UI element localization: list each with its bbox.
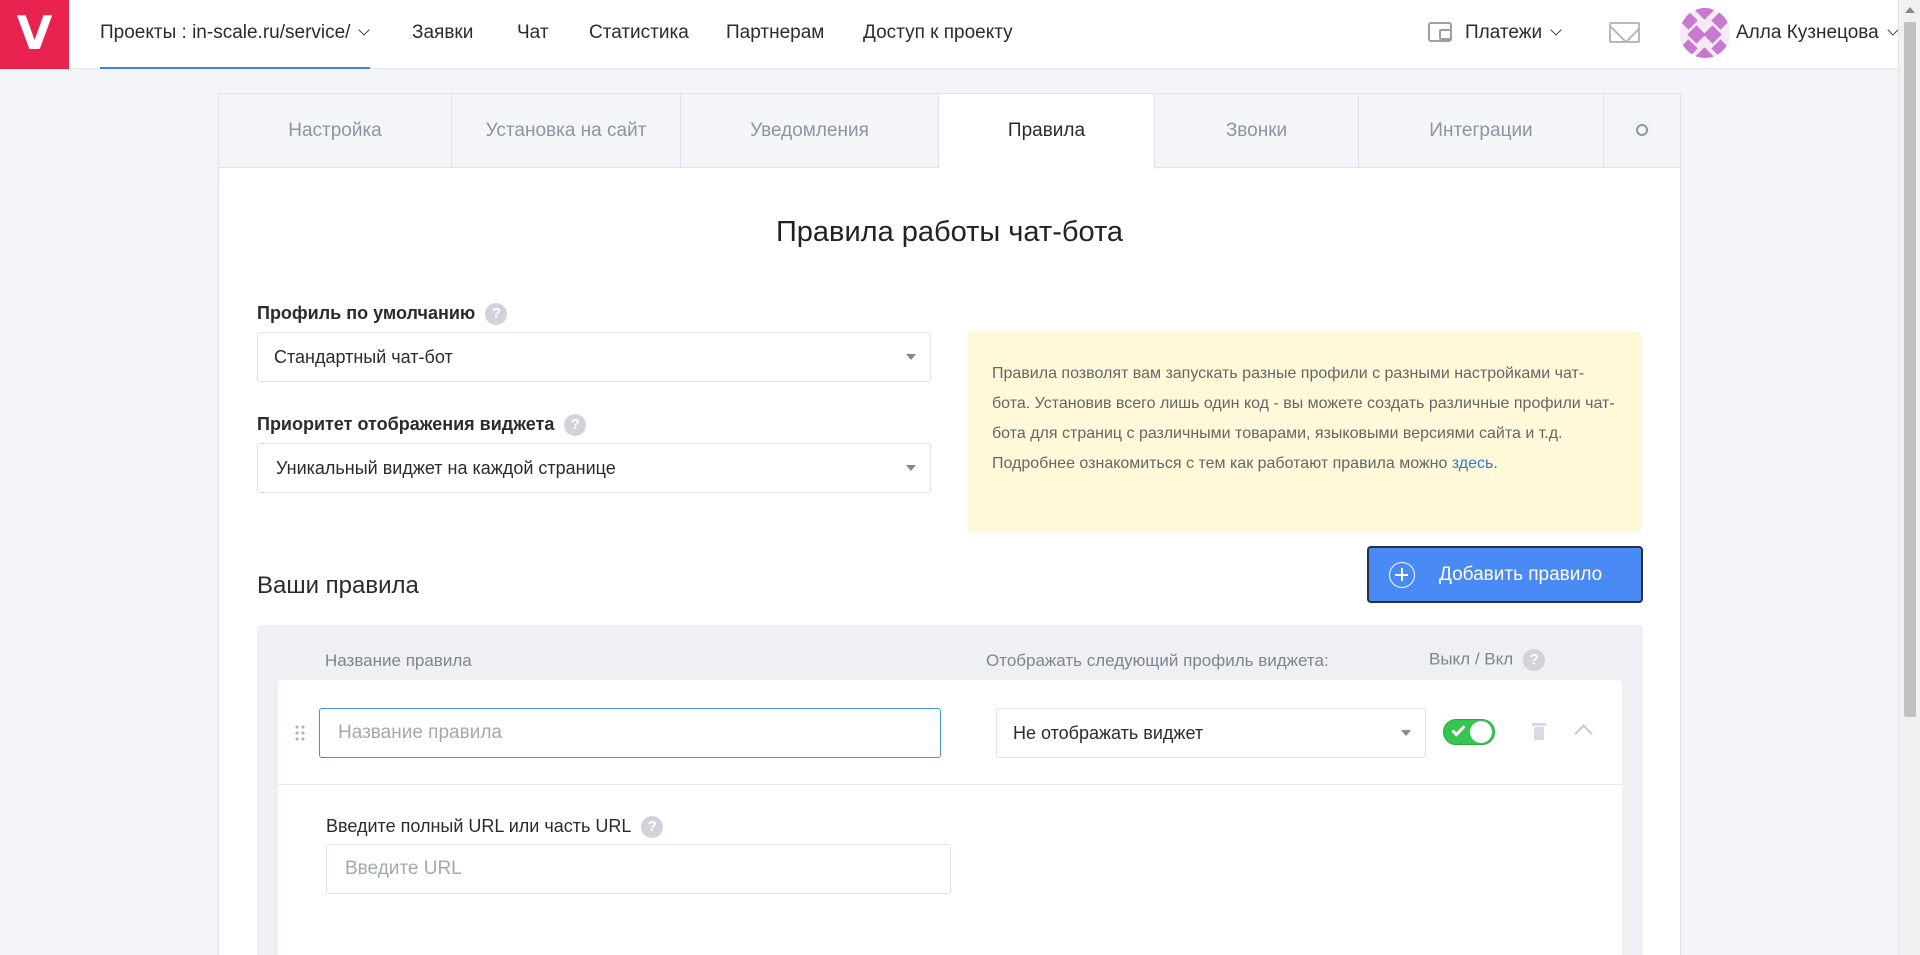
- info-text: Правила позволят вам запускать разные пр…: [992, 365, 1615, 472]
- tab-rules[interactable]: Правила: [939, 94, 1155, 169]
- rules-section-title: Ваши правила: [257, 572, 419, 599]
- column-header-name: Название правила: [325, 651, 472, 670]
- help-icon[interactable]: ?: [564, 414, 587, 437]
- default-profile-label-text: Профиль по умолчанию: [257, 303, 476, 323]
- add-rule-label: Добавить правило: [1439, 564, 1603, 585]
- scrollbar-thumb[interactable]: [1904, 22, 1916, 717]
- rule-enabled-toggle[interactable]: [1443, 719, 1495, 745]
- nav-item-partners[interactable]: Партнерам: [726, 0, 824, 69]
- default-profile-select[interactable]: Стандартный чат-бот: [257, 332, 931, 382]
- drag-handle-icon[interactable]: [294, 724, 306, 742]
- gear-icon: [1633, 121, 1651, 139]
- nav-item-chat[interactable]: Чат: [517, 0, 549, 69]
- url-label: Введите полный URL или часть URL?: [326, 816, 664, 839]
- info-text-end: .: [1493, 455, 1498, 472]
- wallet-icon: [1428, 22, 1452, 42]
- column-header-profile: Отображать следующий профиль виджета:: [986, 651, 1329, 670]
- info-link[interactable]: здесь: [1452, 455, 1494, 472]
- payments-label: Платежи: [1465, 22, 1543, 43]
- logo[interactable]: V: [0, 0, 69, 69]
- column-header-toggle-text: Выкл / Вкл: [1429, 649, 1514, 669]
- tab-integrations[interactable]: Интеграции: [1359, 94, 1604, 168]
- nav-projects-label: Проекты : in-scale.ru/service/: [100, 22, 351, 43]
- tab-notifications[interactable]: Уведомления: [681, 94, 939, 168]
- chevron-up-icon[interactable]: [1574, 724, 1593, 743]
- url-input[interactable]: Введите URL: [326, 844, 951, 894]
- widget-priority-value: Уникальный виджет на каждой странице: [276, 458, 616, 478]
- nav-item-statistics[interactable]: Статистика: [589, 0, 689, 69]
- payments-dropdown[interactable]: Платежи: [1465, 0, 1562, 69]
- widget-priority-label: Приоритет отображения виджета?: [257, 414, 587, 437]
- chevron-down-icon: [358, 24, 371, 36]
- default-profile-label: Профиль по умолчанию?: [257, 303, 508, 326]
- toggle-knob: [1470, 721, 1492, 743]
- nav-item-project-access[interactable]: Доступ к проекту: [863, 0, 1013, 69]
- mail-icon[interactable]: [1609, 22, 1640, 43]
- chevron-down-icon: [1887, 24, 1899, 36]
- caret-down-icon: [906, 465, 916, 471]
- widget-priority-label-text: Приоритет отображения виджета: [257, 414, 555, 434]
- tab-calls[interactable]: Звонки: [1155, 94, 1359, 168]
- help-icon[interactable]: ?: [1523, 649, 1546, 671]
- user-menu[interactable]: Алла Кузнецова: [1736, 0, 1899, 69]
- url-label-text: Введите полный URL или часть URL: [326, 816, 632, 836]
- top-navbar: V Проекты : in-scale.ru/service/ Заявки …: [0, 0, 1899, 69]
- tab-install[interactable]: Установка на сайт: [452, 94, 681, 168]
- nav-item-requests[interactable]: Заявки: [412, 0, 473, 69]
- settings-card: Настройка Установка на сайт Уведомления …: [218, 93, 1681, 955]
- scroll-up-icon[interactable]: [1905, 7, 1915, 13]
- trash-icon[interactable]: [1532, 723, 1546, 740]
- plus-circle-icon: [1389, 562, 1415, 588]
- rule-profile-value: Не отображать виджет: [1013, 723, 1204, 743]
- default-profile-value: Стандартный чат-бот: [274, 347, 453, 367]
- scrollbar[interactable]: [1898, 0, 1920, 955]
- rule-profile-select[interactable]: Не отображать виджет: [996, 708, 1426, 758]
- help-icon[interactable]: ?: [485, 303, 508, 326]
- page-title: Правила работы чат-бота: [775, 216, 1124, 248]
- caret-down-icon: [906, 354, 916, 360]
- info-box: Правила позволят вам запускать разные пр…: [968, 332, 1642, 532]
- rule-name-input[interactable]: Название правила: [319, 708, 941, 758]
- check-icon: [1451, 722, 1466, 737]
- tab-bar: Настройка Установка на сайт Уведомления …: [219, 94, 1680, 169]
- rule-card: Название правила Не отображать виджет Вв…: [278, 680, 1622, 955]
- user-name: Алла Кузнецова: [1736, 22, 1879, 43]
- tab-setup[interactable]: Настройка: [219, 94, 452, 168]
- help-icon[interactable]: ?: [641, 816, 664, 839]
- chevron-down-icon: [1550, 24, 1562, 36]
- divider: [278, 784, 1622, 785]
- nav-projects-dropdown[interactable]: Проекты : in-scale.ru/service/: [100, 0, 371, 69]
- avatar[interactable]: [1680, 8, 1730, 58]
- rules-table: Название правила Отображать следующий пр…: [257, 625, 1643, 955]
- tab-settings[interactable]: [1604, 94, 1680, 168]
- column-header-toggle: Выкл / Вкл?: [1429, 649, 1546, 671]
- caret-down-icon: [1401, 730, 1411, 736]
- add-rule-button[interactable]: Добавить правило: [1367, 546, 1643, 603]
- widget-priority-select[interactable]: Уникальный виджет на каждой странице: [257, 443, 931, 493]
